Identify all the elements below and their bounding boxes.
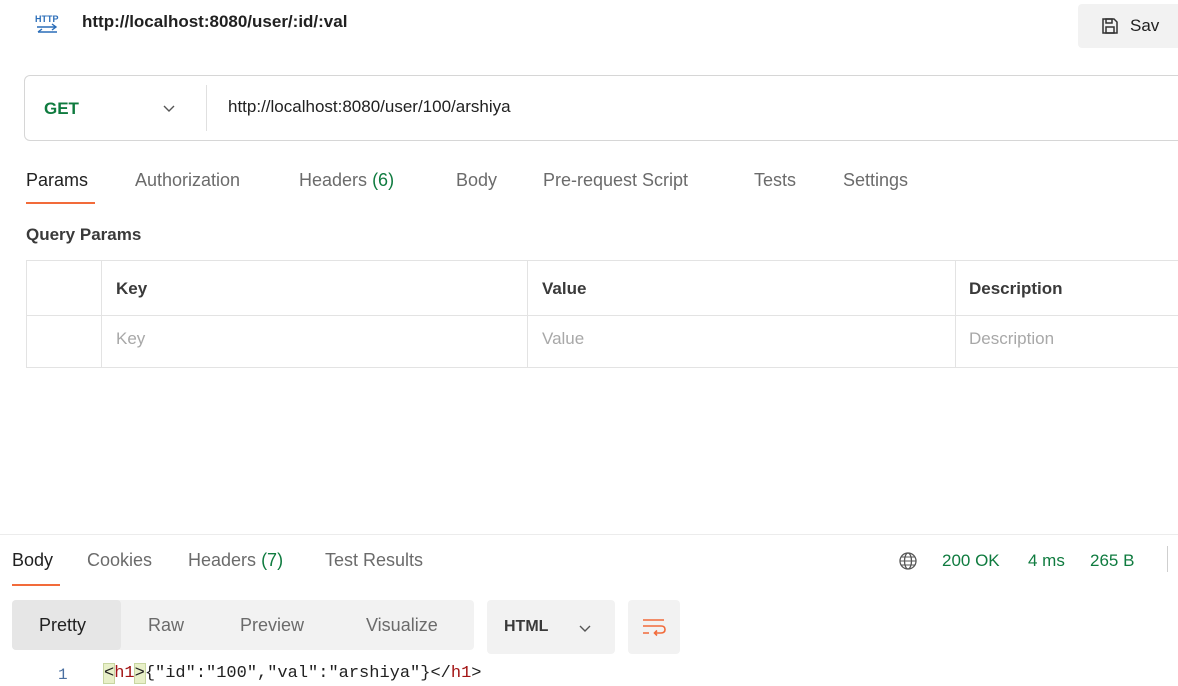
query-params-title: Query Params — [26, 225, 142, 244]
params-table — [26, 260, 1178, 368]
tab-authorization[interactable]: Authorization — [135, 170, 240, 191]
param-description-input[interactable]: Description — [969, 329, 1054, 349]
code-close-tag: </h1> — [430, 664, 482, 683]
status-code[interactable]: 200 OK — [942, 551, 1000, 571]
chevron-down-icon — [579, 625, 591, 632]
code-line[interactable]: <h1>{"id":"100","val":"arshiya"}</h1> — [102, 663, 482, 684]
globe-icon[interactable] — [898, 551, 918, 571]
view-pretty[interactable]: Pretty — [39, 615, 86, 636]
save-button[interactable]: Sav — [1078, 4, 1178, 48]
tab-body[interactable]: Body — [456, 170, 497, 191]
url-input[interactable]: http://localhost:8080/user/100/arshiya — [228, 97, 511, 117]
method-select[interactable]: GET — [44, 99, 79, 119]
param-key-input[interactable]: Key — [116, 329, 145, 349]
param-value-input[interactable]: Value — [542, 329, 584, 349]
response-tab-test-results[interactable]: Test Results — [325, 550, 423, 571]
request-title: http://localhost:8080/user/:id/:val — [82, 12, 348, 31]
headers-count: (6) — [372, 170, 395, 190]
code-open-angle: < — [102, 663, 116, 684]
column-header-description: Description — [969, 279, 1063, 298]
response-tab-headers[interactable]: Headers (7) — [188, 550, 283, 571]
format-label: HTML — [504, 618, 549, 635]
code-open-tag: h1 — [114, 664, 135, 683]
url-bar — [24, 75, 1178, 141]
chevron-down-icon[interactable] — [162, 101, 176, 115]
response-tab-body[interactable]: Body — [12, 550, 53, 571]
response-time[interactable]: 4 ms — [1028, 551, 1065, 571]
view-raw[interactable]: Raw — [148, 615, 184, 636]
response-divider[interactable] — [0, 534, 1178, 535]
view-visualize[interactable]: Visualize — [366, 615, 438, 636]
response-size[interactable]: 265 B — [1090, 551, 1134, 571]
column-header-value: Value — [542, 279, 587, 298]
code-content: {"id":"100","val":"arshiya"} — [144, 664, 431, 683]
tab-pre-request-script[interactable]: Pre-request Script — [543, 170, 688, 191]
http-icon: HTTP — [35, 14, 59, 33]
svg-text:HTTP: HTTP — [35, 14, 59, 24]
tab-settings[interactable]: Settings — [843, 170, 908, 191]
save-icon — [1102, 18, 1118, 34]
status-divider — [1167, 546, 1168, 572]
code-close-angle: > — [133, 663, 146, 684]
view-preview[interactable]: Preview — [240, 615, 304, 636]
active-tab-indicator — [26, 202, 95, 204]
tab-params[interactable]: Params — [26, 170, 88, 191]
response-headers-count: (7) — [261, 550, 284, 570]
wrap-lines-icon — [643, 619, 666, 637]
tab-tests[interactable]: Tests — [754, 170, 796, 191]
response-tab-cookies[interactable]: Cookies — [87, 550, 152, 571]
url-divider — [206, 85, 207, 131]
code-line-number: 1 — [58, 666, 68, 684]
column-header-key: Key — [116, 279, 148, 298]
save-label: Sav — [1130, 16, 1160, 35]
tab-headers[interactable]: Headers (6) — [299, 170, 394, 191]
response-active-tab-indicator — [12, 584, 60, 586]
